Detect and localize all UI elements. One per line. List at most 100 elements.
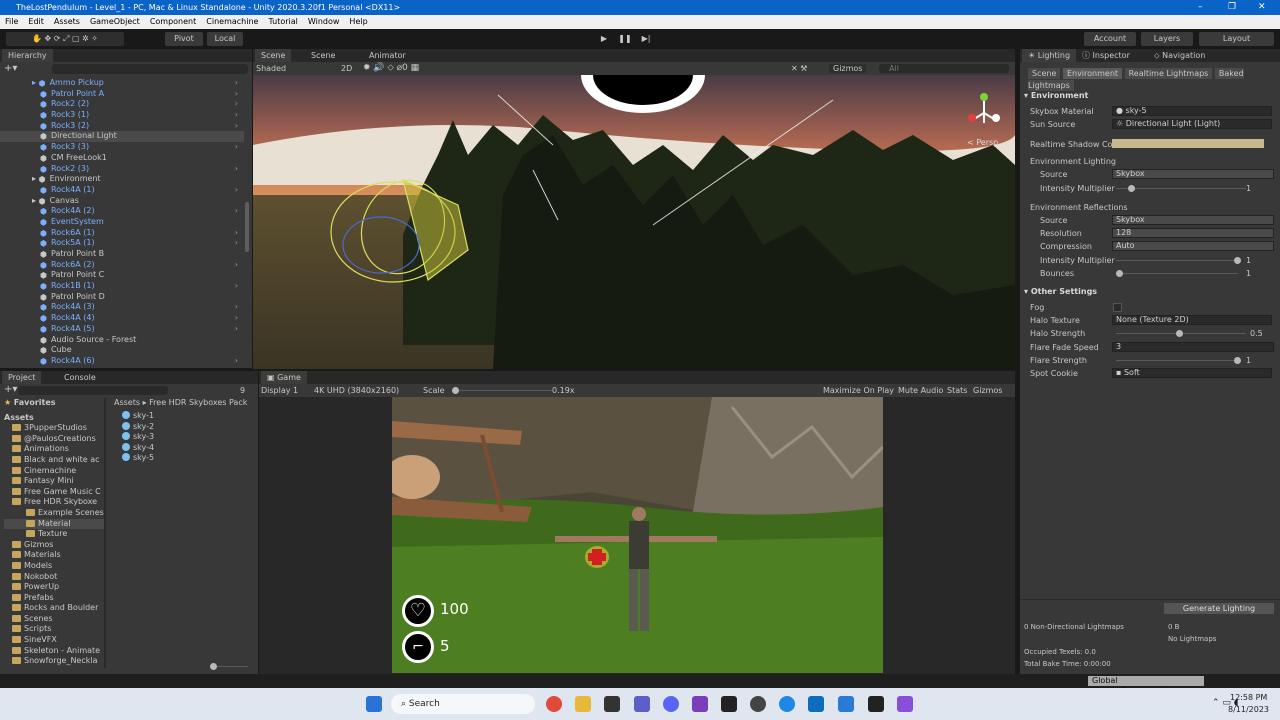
display-dropdown[interactable]: Display 1: [261, 386, 298, 395]
folder-item[interactable]: Scenes: [4, 614, 104, 625]
obs-icon[interactable]: [721, 696, 737, 712]
github-icon[interactable]: [750, 696, 766, 712]
folder-item[interactable]: PowerUp: [4, 582, 104, 593]
taskbar-search[interactable]: ⌕ Search: [391, 694, 535, 714]
breadcrumb-skybox[interactable]: Free HDR Skyboxes Pack: [149, 398, 247, 407]
folder-item[interactable]: Animations: [4, 444, 104, 455]
account-dropdown[interactable]: Account: [1084, 32, 1136, 46]
hierarchy-item[interactable]: ⬢ Rock2 (3) ›: [0, 164, 244, 175]
maximize-on-play-toggle[interactable]: Maximize On Play: [823, 386, 894, 395]
chevron-right-icon[interactable]: ›: [235, 281, 238, 292]
folder-item[interactable]: Cinemachine: [4, 466, 104, 477]
shading-dropdown[interactable]: Shaded: [256, 64, 286, 73]
stats-toggle[interactable]: Stats: [947, 386, 967, 395]
hierarchy-search-input[interactable]: [52, 64, 248, 74]
tools-icon[interactable]: ✕ ⚒: [791, 64, 807, 73]
hierarchy-item[interactable]: ⬢ Rock4A (6) ›: [0, 356, 244, 367]
hierarchy-item[interactable]: ⬢ Directional Light: [0, 131, 244, 143]
folder-item[interactable]: Materials: [4, 550, 104, 561]
tab-game[interactable]: ▣ Game: [261, 371, 307, 384]
chevron-right-icon[interactable]: ›: [235, 228, 238, 239]
skybox-field[interactable]: ● sky-5: [1112, 106, 1272, 116]
folder-item[interactable]: @PaulosCreations: [4, 434, 104, 445]
menu-cinemachine[interactable]: Cinemachine: [206, 17, 258, 26]
hierarchy-item[interactable]: ⬢ Rock2 (2) ›: [0, 99, 244, 110]
game-gizmos-dropdown[interactable]: Gizmos: [973, 386, 1002, 395]
hierarchy-item[interactable]: ⬢ Patrol Point C: [0, 270, 244, 281]
hierarchy-item[interactable]: ⬢ Rock4A (1) ›: [0, 185, 244, 196]
close-icon[interactable]: ✕: [1258, 0, 1266, 15]
unity-hub-icon[interactable]: [604, 696, 620, 712]
clock-time[interactable]: 12:58 PM: [1230, 693, 1267, 702]
subtab-environment[interactable]: Environment: [1062, 68, 1123, 79]
chevron-right-icon[interactable]: ›: [235, 164, 238, 175]
hierarchy-item[interactable]: ⬢ Rock1B (1) ›: [0, 281, 244, 292]
folder-item[interactable]: Skeleton - Animate: [4, 646, 104, 657]
folder-item[interactable]: Nokobot: [4, 572, 104, 583]
folder-item[interactable]: Scripts: [4, 624, 104, 635]
subtab-scene[interactable]: Scene: [1028, 68, 1061, 79]
hierarchy-item[interactable]: ⬢ Rock4A (2) ›: [0, 206, 244, 217]
discord-icon[interactable]: [663, 696, 679, 712]
flare-fade-field[interactable]: 3: [1112, 342, 1274, 352]
resolution-dropdown[interactable]: 4K UHD (3840x2160): [314, 386, 399, 395]
asset-file[interactable]: sky-1: [122, 411, 154, 422]
asset-file[interactable]: sky-4: [122, 442, 154, 454]
step-button[interactable]: ▶|: [638, 32, 654, 46]
tab-scene-1[interactable]: Scene: [255, 49, 292, 62]
hierarchy-item[interactable]: ▸ ⬢ Canvas: [0, 196, 244, 207]
tab-animator[interactable]: Animator: [363, 49, 412, 62]
folder-item[interactable]: Black and white ac: [4, 455, 104, 466]
tab-console[interactable]: Console: [58, 371, 102, 384]
menu-assets[interactable]: Assets: [54, 17, 80, 26]
layout-dropdown[interactable]: Layout: [1199, 32, 1274, 46]
hierarchy-item[interactable]: ⬢ EventSystem: [0, 217, 244, 228]
hierarchy-item[interactable]: ⬢ CM FreeLook1: [0, 153, 244, 164]
favorites-item[interactable]: ★ Favorites: [4, 398, 104, 409]
folder-item[interactable]: Gizmos: [4, 540, 104, 551]
hierarchy-item[interactable]: ⬢ Rock4A (4) ›: [0, 313, 244, 324]
fog-checkbox[interactable]: [1113, 303, 1122, 312]
chevron-right-icon[interactable]: ›: [235, 356, 238, 367]
chevron-right-icon[interactable]: ›: [235, 99, 238, 110]
assets-root[interactable]: Assets: [4, 413, 104, 424]
folder-item[interactable]: Material: [4, 518, 104, 530]
chevron-right-icon[interactable]: ›: [235, 206, 238, 217]
asset-file[interactable]: sky-5: [122, 453, 154, 464]
zoom-icon[interactable]: [838, 696, 854, 712]
hierarchy-item[interactable]: ▸ ⬢ Environment: [0, 174, 244, 185]
pivot-toggle[interactable]: Pivot: [165, 32, 203, 46]
maximize-icon[interactable]: ❐: [1228, 0, 1236, 15]
shadow-color-swatch[interactable]: [1112, 139, 1264, 148]
spot-cookie-field[interactable]: ▪ Soft: [1112, 368, 1272, 378]
unity-icon[interactable]: [868, 696, 884, 712]
subtab-realtime-lightmaps[interactable]: Realtime Lightmaps: [1124, 68, 1213, 79]
visual-studio-icon[interactable]: [692, 696, 708, 712]
hierarchy-item[interactable]: ⬢ Patrol Point B: [0, 249, 244, 260]
pause-button[interactable]: ❚❚: [617, 32, 633, 46]
outlook-icon[interactable]: [808, 696, 824, 712]
folder-item[interactable]: Rocks and Boulder: [4, 603, 104, 614]
hierarchy-item[interactable]: ⬢ Rock6A (2) ›: [0, 260, 244, 271]
tab-inspector[interactable]: ⓘ Inspector: [1076, 49, 1136, 62]
hierarchy-item[interactable]: ⬢ Cube: [0, 345, 244, 356]
gi-progress[interactable]: Global Illumi...Preprocessing: [1088, 676, 1204, 695]
teams-icon[interactable]: [634, 696, 650, 712]
hierarchy-item[interactable]: ⬢ Patrol Point A ›: [0, 89, 244, 100]
vs-code-icon[interactable]: [897, 696, 913, 712]
mute-audio-toggle[interactable]: Mute Audio: [898, 386, 943, 395]
chevron-right-icon[interactable]: ›: [235, 142, 238, 153]
breadcrumb-assets[interactable]: Assets: [114, 398, 140, 407]
chevron-right-icon[interactable]: ›: [235, 121, 238, 132]
chevron-right-icon[interactable]: ›: [235, 238, 238, 249]
chevron-right-icon[interactable]: ›: [235, 260, 238, 271]
folder-item[interactable]: 3PupperStudios: [4, 423, 104, 434]
hierarchy-item[interactable]: ⬢ Rock3 (2) ›: [0, 121, 244, 132]
halo-strength-value[interactable]: 0.5: [1250, 329, 1263, 338]
hierarchy-scrollbar[interactable]: [245, 202, 249, 252]
tab-project[interactable]: Project: [2, 371, 42, 384]
windows-start-icon[interactable]: [366, 696, 382, 712]
local-toggle[interactable]: Local: [207, 32, 243, 46]
play-button[interactable]: ▶: [596, 32, 612, 46]
project-search-input[interactable]: [18, 386, 168, 395]
